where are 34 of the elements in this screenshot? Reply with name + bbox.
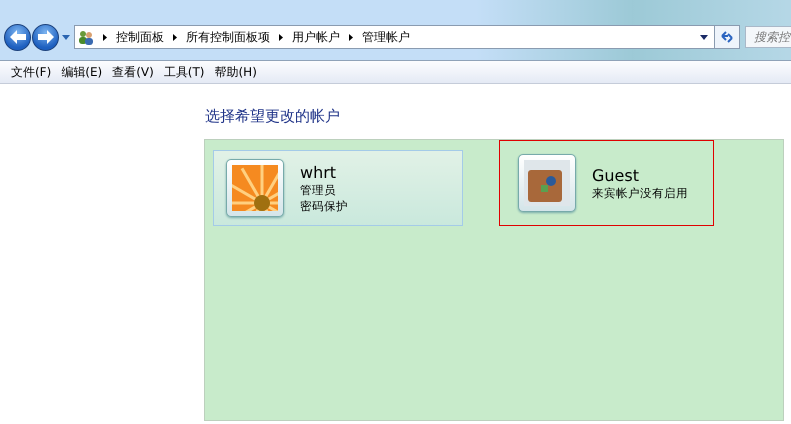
back-button[interactable] xyxy=(4,24,31,50)
account-detail: 管理员 xyxy=(300,182,337,198)
menu-item[interactable]: 编辑(E) xyxy=(56,64,108,80)
users-icon xyxy=(78,29,94,45)
breadcrumb-item[interactable]: 所有控制面板项 xyxy=(186,28,270,46)
chevron-icon[interactable] xyxy=(279,34,283,40)
menu-item[interactable]: 帮助(H) xyxy=(210,64,262,80)
account-tile[interactable]: whrt 管理员 密码保护 xyxy=(213,150,463,226)
address-bar[interactable]: 控制面板 所有控制面板项 用户帐户 管理帐户 xyxy=(74,25,715,49)
refresh-icon xyxy=(720,30,734,44)
suitcase-picture-icon xyxy=(524,160,570,206)
forward-button[interactable] xyxy=(32,24,59,50)
breadcrumb-item[interactable]: 控制面板 xyxy=(116,28,164,46)
menu-item[interactable]: 查看(V) xyxy=(107,64,159,80)
dropdown-icon[interactable] xyxy=(700,34,708,40)
chevron-icon[interactable] xyxy=(173,34,177,40)
breadcrumb-item[interactable]: 管理帐户 xyxy=(362,28,410,46)
search-field[interactable]: 搜索控 xyxy=(745,26,791,48)
account-name: whrt xyxy=(300,162,338,182)
chevron-icon[interactable] xyxy=(103,34,107,40)
arrow-icon xyxy=(38,30,54,44)
chevron-icon[interactable] xyxy=(349,34,353,40)
breadcrumb-item[interactable]: 用户帐户 xyxy=(292,28,340,46)
menu-item[interactable]: 文件(F) xyxy=(6,64,56,80)
account-tile[interactable]: Guest 来宾帐户没有启用 xyxy=(499,140,714,226)
account-detail: 密码保护 xyxy=(300,198,348,214)
page-heading: 选择希望更改的帐户 xyxy=(205,107,340,126)
history-dropdown-icon[interactable] xyxy=(62,34,70,40)
account-name: Guest xyxy=(592,166,640,184)
flower-picture-icon xyxy=(232,165,278,211)
account-detail: 来宾帐户没有启用 xyxy=(592,184,688,200)
refresh-button[interactable] xyxy=(715,25,740,49)
menu-item[interactable]: 工具(T) xyxy=(158,64,210,80)
arrow-icon xyxy=(10,30,26,44)
